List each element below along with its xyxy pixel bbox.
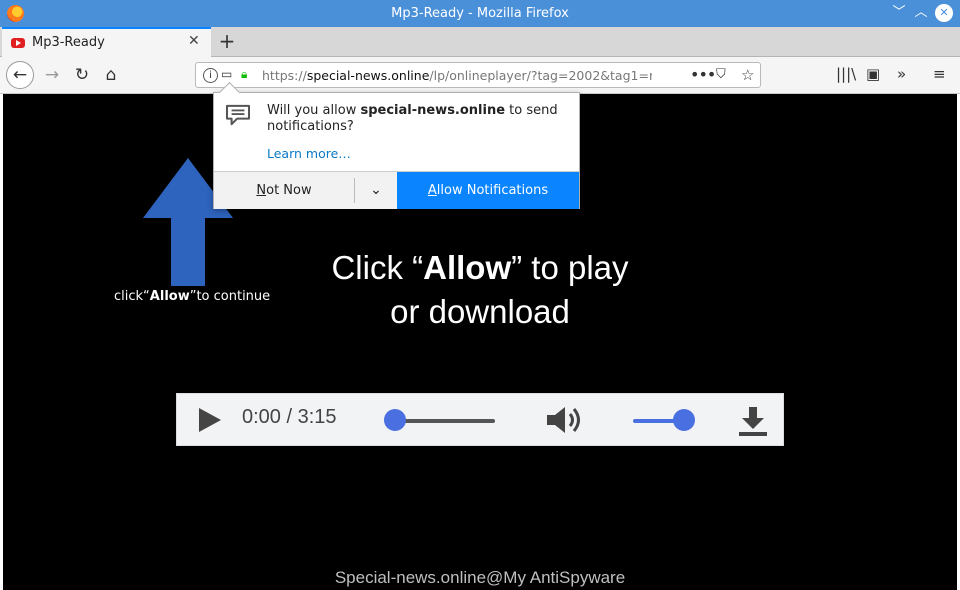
seek-handle[interactable] [384,409,406,431]
bookmark-star-icon[interactable]: ☆ [741,66,754,84]
more-options-dropdown[interactable]: ⌄ [355,172,397,209]
allow-notifications-button[interactable]: Allow Notifications [397,172,579,209]
popup-button-row: Not Now ⌄ Allow Notifications [214,171,579,209]
tab-title: Mp3-Ready [32,35,105,50]
close-window-button[interactable]: ✕ [935,4,953,22]
library-button[interactable]: |||\ [836,65,856,83]
home-button[interactable]: ⌂ [97,61,125,89]
volume-handle[interactable] [673,409,695,431]
pocket-icon[interactable]: ⛉ [716,67,726,82]
url-bar[interactable]: i ▭ 🔒︎ https://special-news.online/lp/on… [195,62,761,88]
play-icon[interactable] [199,408,221,432]
page-headline: Click “Allow” to play or download [331,249,629,330]
back-button[interactable]: ← [6,61,34,89]
notification-permission-popup: Will you allow special-news.online to se… [213,81,580,209]
download-icon[interactable] [737,405,769,437]
tab-mp3-ready[interactable]: Mp3-Ready ✕ [2,27,211,57]
tab-close-button[interactable]: ✕ [188,33,200,49]
sidebar-button[interactable]: ▣ [866,65,880,83]
not-now-button[interactable]: Not Now [214,172,354,209]
hamburger-menu-button[interactable]: ≡ [933,65,946,83]
site-info-icon[interactable]: i [203,68,218,83]
watermark-text: Special-news.online@My AntiSpyware [334,568,626,587]
maximize-button[interactable]: ︿ [912,4,930,22]
new-tab-button[interactable]: + [216,29,238,53]
audio-player: 0:00 / 3:15 [176,393,784,446]
overflow-menu-button[interactable]: » [897,65,906,83]
reload-button[interactable]: ↻ [68,61,96,89]
notification-icon [225,104,251,126]
youtube-favicon-icon [11,38,25,48]
popup-message: Will you allow special-news.online to se… [267,103,558,134]
url-text[interactable]: https://special-news.online/lp/onlinepla… [262,68,652,83]
volume-icon[interactable] [545,405,585,435]
minimize-button[interactable]: ﹀ [890,4,908,22]
tab-strip: Mp3-Ready ✕ + [0,27,960,57]
notification-permission-icon[interactable]: ▭ [221,67,232,81]
learn-more-link[interactable]: Learn more… [267,146,351,161]
time-display: 0:00 / 3:15 [242,406,337,428]
window-titlebar: Mp3-Ready - Mozilla Firefox ﹀ ︿ ✕ [0,0,960,27]
window-title: Mp3-Ready - Mozilla Firefox [391,6,569,21]
navigation-toolbar: ← → ↻ ⌂ i ▭ 🔒︎ https://special-news.onli… [0,57,960,94]
page-actions-button[interactable]: ••• [690,65,716,84]
lock-icon[interactable]: 🔒︎ [241,67,247,82]
forward-button[interactable]: → [38,61,66,89]
